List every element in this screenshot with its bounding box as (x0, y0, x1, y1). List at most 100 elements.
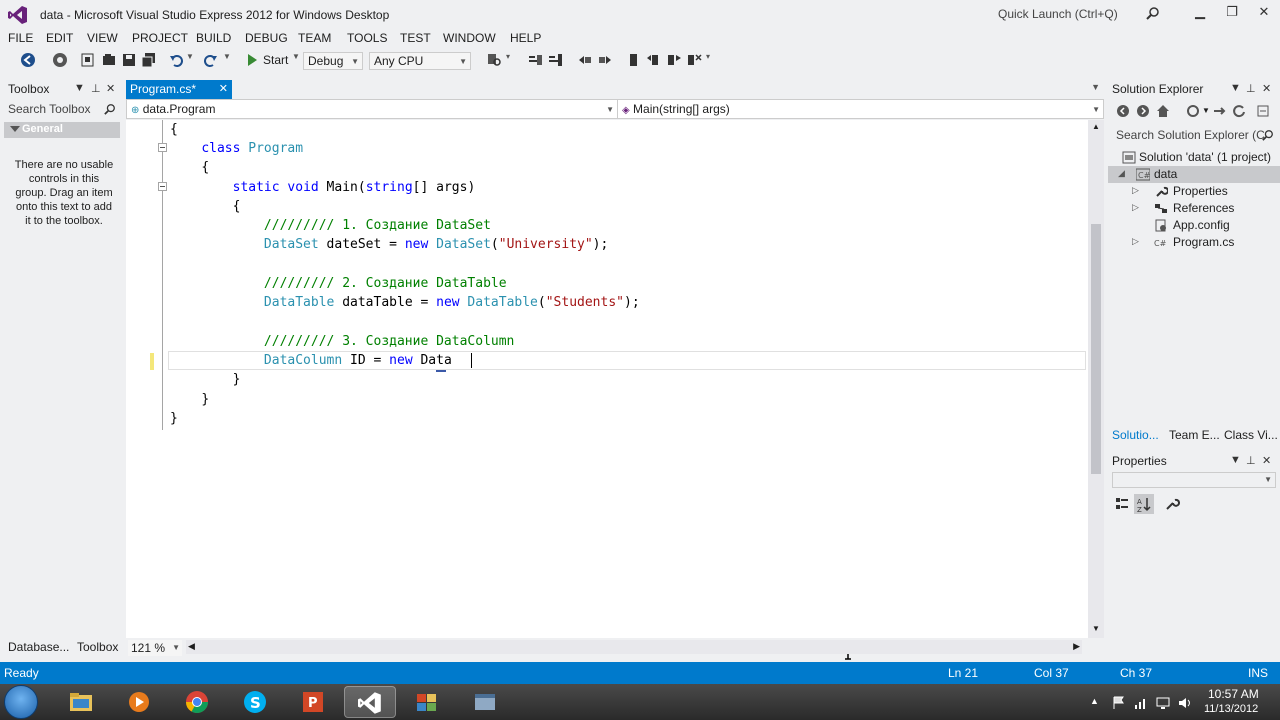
display-icon[interactable] (1156, 696, 1170, 710)
menu-build[interactable]: BUILD (196, 31, 231, 45)
tree-item-properties[interactable]: ▷ Properties (1108, 183, 1280, 200)
collapse-method-toggle[interactable] (158, 182, 167, 191)
navigate-forward-icon[interactable] (52, 52, 68, 68)
pending-changes-filter-icon[interactable] (1186, 104, 1200, 118)
tab-class-view[interactable]: Class Vi... (1224, 428, 1278, 442)
windows-start-button[interactable] (4, 685, 38, 719)
tree-item-app-config[interactable]: App.config (1108, 217, 1280, 234)
volume-icon[interactable] (1178, 696, 1192, 710)
pin-icon[interactable]: ⊥ (1246, 82, 1256, 95)
redo-dropdown-icon[interactable]: ▼ (223, 52, 239, 68)
filter-dropdown-icon[interactable]: ▼ (1202, 106, 1210, 115)
member-navigation-select[interactable]: ◈ Main(string[] args) ▼ (617, 100, 1103, 118)
menu-team[interactable]: TEAM (298, 31, 331, 45)
undo-dropdown-icon[interactable]: ▼ (186, 52, 202, 68)
save-icon[interactable] (121, 52, 137, 68)
tree-item-project-data[interactable]: ◢ C# data (1108, 166, 1280, 183)
tab-toolbox[interactable]: Toolbox (77, 640, 118, 654)
bookmark-clear-icon[interactable] (686, 52, 702, 68)
close-window-button[interactable]: ✕ (1252, 4, 1276, 22)
redo-icon[interactable] (202, 52, 218, 68)
tree-item-program-cs[interactable]: ▷ C# Program.cs (1108, 234, 1280, 251)
scrollbar-thumb[interactable] (1091, 224, 1101, 474)
restore-button[interactable]: ❐ (1220, 4, 1244, 22)
home-icon[interactable] (1156, 104, 1170, 118)
toolbox-search-input[interactable]: Search Toolbox (4, 100, 120, 118)
bookmark-previous-icon[interactable] (646, 52, 662, 68)
refresh-icon[interactable] (1232, 104, 1246, 118)
tree-item-solution[interactable]: Solution 'data' (1 project) (1108, 149, 1280, 166)
uncomment-icon[interactable] (548, 52, 564, 68)
menu-edit[interactable]: EDIT (46, 31, 73, 45)
close-tab-icon[interactable]: ✕ (219, 82, 228, 95)
solution-search-input[interactable]: Search Solution Explorer (C (1112, 126, 1276, 144)
pin-icon[interactable]: ⊥ (91, 82, 101, 95)
menu-file[interactable]: FILE (8, 31, 33, 45)
clock-date[interactable]: 11/13/2012 (1204, 703, 1258, 715)
panel-menu-dropdown-icon[interactable]: ▼ (1230, 82, 1241, 94)
tree-item-references[interactable]: ▷ References (1108, 200, 1280, 217)
menu-project[interactable]: PROJECT (132, 31, 188, 45)
new-project-icon[interactable] (80, 52, 96, 68)
zoom-level-select[interactable]: 121 % ▼ (128, 640, 182, 656)
toolbar-overflow-icon[interactable]: ▾ (506, 52, 522, 68)
taskbar-skype-button[interactable]: S (230, 686, 282, 718)
tab-database-explorer[interactable]: Database... (8, 640, 69, 654)
expanded-icon[interactable]: ◢ (1118, 168, 1125, 179)
close-icon[interactable]: ✕ (1262, 454, 1271, 467)
start-button[interactable]: Start (263, 53, 288, 67)
tab-solution-explorer[interactable]: Solutio... (1112, 428, 1159, 442)
undo-icon[interactable] (169, 52, 185, 68)
find-in-files-icon[interactable] (486, 52, 502, 68)
save-all-icon[interactable] (141, 52, 157, 68)
collapse-all-icon[interactable] (1256, 104, 1270, 118)
categorized-icon[interactable] (1114, 496, 1130, 512)
action-center-flag-icon[interactable] (1112, 696, 1126, 710)
alphabetical-icon[interactable]: AZ (1134, 494, 1154, 514)
navigate-back-icon[interactable] (20, 52, 36, 68)
bookmark-next-icon[interactable] (597, 52, 613, 68)
editor-horizontal-scrollbar[interactable]: ◀ ▶ (186, 640, 1082, 654)
panel-menu-dropdown-icon[interactable]: ▼ (1230, 454, 1241, 466)
forward-icon[interactable] (1136, 104, 1150, 118)
taskbar-powerpoint-button[interactable]: P (288, 686, 340, 718)
show-hidden-icons-icon[interactable]: ▲ (1090, 696, 1104, 710)
object-selector[interactable]: ▼ (1112, 472, 1276, 488)
close-icon[interactable]: ✕ (106, 82, 115, 95)
bookmark-prev-icon[interactable] (577, 52, 593, 68)
start-play-icon[interactable] (244, 52, 260, 68)
collapsed-icon[interactable]: ▷ (1132, 202, 1139, 213)
property-pages-wrench-icon[interactable] (1164, 496, 1180, 512)
tab-program-cs[interactable]: Program.cs* ✕ (126, 80, 232, 99)
sync-with-document-icon[interactable] (1212, 104, 1226, 118)
taskbar-visual-studio-button[interactable] (344, 686, 396, 718)
smart-tag-underline[interactable] (436, 370, 446, 372)
comment-out-icon[interactable] (528, 52, 544, 68)
minimize-button[interactable]: ▁ (1188, 4, 1212, 22)
indicator-margin[interactable] (126, 120, 146, 638)
taskbar-explorer-button[interactable] (56, 686, 108, 718)
scroll-up-icon[interactable]: ▲ (1092, 122, 1100, 131)
bookmark-toggle-icon[interactable] (626, 52, 642, 68)
menu-window[interactable]: WINDOW (443, 31, 496, 45)
panel-menu-dropdown-icon[interactable]: ▼ (74, 82, 85, 94)
network-icon[interactable] (1134, 696, 1148, 710)
solution-platform-select[interactable]: Any CPU ▼ (369, 52, 471, 70)
scroll-right-icon[interactable]: ▶ (1073, 641, 1080, 652)
back-icon[interactable] (1116, 104, 1130, 118)
taskbar-media-player-button[interactable] (114, 686, 166, 718)
solution-configuration-select[interactable]: Debug ▼ (303, 52, 363, 70)
close-icon[interactable]: ✕ (1262, 82, 1271, 95)
menu-test[interactable]: TEST (400, 31, 431, 45)
taskbar-app-button[interactable] (460, 686, 512, 718)
quick-launch-input[interactable]: Quick Launch (Ctrl+Q) (992, 4, 1164, 24)
menu-view[interactable]: VIEW (87, 31, 118, 45)
toolbar-customize-icon[interactable]: ▾ (706, 52, 722, 68)
collapse-class-toggle[interactable] (158, 143, 167, 152)
code-editor[interactable]: { class Program { static void Main(strin… (126, 120, 1088, 660)
pin-icon[interactable]: ⊥ (1246, 454, 1256, 467)
tab-team-explorer[interactable]: Team E... (1169, 428, 1220, 442)
menu-tools[interactable]: TOOLS (347, 31, 387, 45)
taskbar-office-button[interactable] (402, 686, 454, 718)
collapsed-icon[interactable]: ▷ (1132, 236, 1139, 247)
